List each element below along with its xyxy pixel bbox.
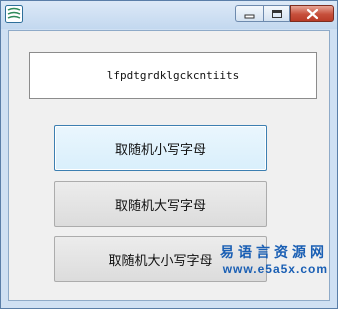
result-text: lfpdtgrdklgckcntiits <box>106 69 240 82</box>
maximize-button[interactable] <box>263 5 290 22</box>
random-lowercase-label: 取随机小写字母 <box>114 142 206 158</box>
minimize-icon <box>244 14 255 19</box>
result-display: lfpdtgrdklgckcntiits <box>29 52 317 99</box>
random-lowercase-button[interactable]: 取随机小写字母 <box>54 125 267 171</box>
random-uppercase-label: 取随机大写字母 <box>114 198 206 214</box>
maximize-icon <box>272 10 282 18</box>
random-uppercase-button[interactable]: 取随机大写字母 <box>54 181 267 227</box>
watermark-title: 易语言资源网 <box>220 245 328 261</box>
watermark: 易语言资源网 www.e5a5x.com <box>220 245 328 276</box>
watermark-url: www.e5a5x.com <box>222 261 328 276</box>
random-mixedcase-label: 取随机大小写字母 <box>108 253 213 269</box>
close-icon <box>306 8 319 20</box>
title-bar[interactable] <box>1 1 337 29</box>
close-button[interactable] <box>290 5 334 22</box>
minimize-button[interactable] <box>235 5 263 22</box>
app-icon <box>5 5 23 23</box>
